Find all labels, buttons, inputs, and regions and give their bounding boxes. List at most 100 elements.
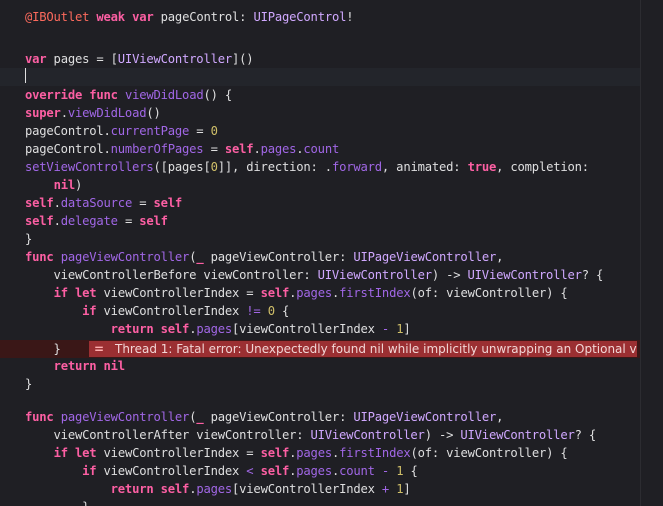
code-line[interactable]: viewControllerAfter viewController: UIVi… <box>0 426 641 444</box>
code-token: viewDidLoad <box>124 88 204 102</box>
code-token: , completion: <box>496 160 589 174</box>
code-token: firstIndex <box>339 446 411 460</box>
code-token: ! <box>346 10 354 24</box>
code-token: [viewControllerIndex <box>232 482 382 496</box>
error-icon[interactable]: = <box>89 341 109 357</box>
code-line-text: func pageViewController(_ pageViewContro… <box>25 408 503 426</box>
code-line-text: @IBOutlet weak var pageControl: UIPageCo… <box>25 8 354 26</box>
code-token: weak <box>96 10 125 24</box>
code-line-text: if let viewControllerIndex = self.pages.… <box>25 284 568 302</box>
text-cursor <box>25 68 26 83</box>
code-line[interactable]: if viewControllerIndex < self.pages.coun… <box>0 462 641 480</box>
code-token: = <box>132 196 154 210</box>
code-line[interactable]: setViewControllers([pages[0]], direction… <box>0 158 641 176</box>
code-token: self <box>25 196 54 210</box>
code-line[interactable]: viewControllerBefore viewController: UIV… <box>0 266 641 284</box>
code-token: , <box>496 250 504 264</box>
code-token: . <box>60 106 68 120</box>
code-token: UIViewController <box>117 52 232 66</box>
code-token: self <box>260 464 290 478</box>
code-token: viewControllerAfter viewController: <box>25 428 311 442</box>
code-line[interactable]: if viewControllerIndex != 0 { <box>0 302 641 320</box>
code-line[interactable]: nil) <box>0 176 641 194</box>
code-token: viewControllerIndex <box>96 464 247 478</box>
code-token: UIPageViewController <box>353 410 497 424</box>
code-token: if <box>53 446 68 460</box>
code-line-text: } <box>25 230 32 248</box>
code-line[interactable]: func pageViewController(_ pageViewContro… <box>0 408 641 426</box>
vertical-scrollbar[interactable] <box>640 0 663 506</box>
code-token: { <box>403 464 418 478</box>
code-token: firstIndex <box>339 286 411 300</box>
code-token: self <box>224 142 254 156</box>
code-line[interactable]: pageControl.numberOfPages = self.pages.c… <box>0 140 641 158</box>
code-line[interactable]: super.viewDidLoad() <box>0 104 641 122</box>
code-token: UIViewController <box>460 428 575 442</box>
code-line[interactable]: } <box>0 498 641 506</box>
code-line[interactable]: if let viewControllerIndex = self.pages.… <box>0 444 641 462</box>
code-token: 0 <box>210 124 218 138</box>
code-line[interactable]: return nil <box>0 357 641 375</box>
code-line[interactable]: } <box>0 230 641 248</box>
code-token: = <box>203 142 225 156</box>
code-line[interactable] <box>0 68 641 86</box>
code-line[interactable]: } <box>0 375 641 393</box>
code-token: dataSource <box>60 196 133 210</box>
code-token: ]], direction: . <box>217 160 332 174</box>
code-token: ? { <box>574 428 597 442</box>
code-token: currentPage <box>110 124 190 138</box>
code-line[interactable]: self.dataSource = self <box>0 194 641 212</box>
code-token: pageViewController <box>60 410 190 424</box>
code-line[interactable]: var pages = [UIViewController]() <box>0 50 641 68</box>
code-token: pages <box>296 464 332 478</box>
code-line[interactable]: return self.pages[viewControllerIndex + … <box>0 480 641 498</box>
code-token: if <box>53 286 68 300</box>
error-message: Thread 1: Fatal error: Unexpectedly foun… <box>115 342 637 356</box>
code-line-text: if viewControllerIndex < self.pages.coun… <box>25 462 418 480</box>
code-token: = <box>189 124 211 138</box>
code-token: true <box>467 160 497 174</box>
code-line-text: if let viewControllerIndex = self.pages.… <box>25 444 568 462</box>
code-line-text: return self.pages[viewControllerIndex - … <box>25 320 411 338</box>
code-line[interactable]: return self.pages[viewControllerIndex - … <box>0 320 641 338</box>
code-token: ] <box>403 322 411 336</box>
code-token: pageViewController: <box>203 250 354 264</box>
code-token: nil <box>103 359 126 373</box>
code-line[interactable]: @IBOutlet weak var pageControl: UIPageCo… <box>0 8 641 26</box>
code-token: viewControllerIndex = <box>96 286 261 300</box>
code-token: ([pages[ <box>153 160 211 174</box>
code-token: [viewControllerIndex <box>232 322 382 336</box>
error-banner[interactable]: = Thread 1: Fatal error: Unexpectedly fou… <box>89 341 637 357</box>
code-line[interactable]: pageControl.currentPage = 0 <box>0 122 641 140</box>
code-token: - <box>381 322 390 336</box>
code-line-text: nil) <box>25 176 83 194</box>
code-token: pageControl: <box>153 10 254 24</box>
code-token: pageViewController: <box>203 410 354 424</box>
code-line[interactable]: if let viewControllerIndex = self.pages.… <box>0 284 641 302</box>
code-line-text: func pageViewController(_ pageViewContro… <box>25 248 503 266</box>
code-line-text: if viewControllerIndex != 0 { <box>25 302 289 320</box>
code-line-text: pageControl.numberOfPages = self.pages.c… <box>25 140 339 158</box>
code-line[interactable]: self.delegate = self <box>0 212 641 230</box>
code-line-text: setViewControllers([pages[0]], direction… <box>25 158 589 176</box>
code-token: ) <box>74 178 83 192</box>
code-token: UIViewController <box>310 428 425 442</box>
code-token: count <box>339 464 375 478</box>
code-token: UIPageControl <box>253 10 347 24</box>
code-token: override <box>25 88 83 102</box>
code-token: , animated: <box>381 160 468 174</box>
code-line-text: self.dataSource = self <box>25 194 182 212</box>
code-editor[interactable]: @IBOutlet weak var pageControl: UIPageCo… <box>0 0 663 506</box>
code-line[interactable]: func pageViewController(_ pageViewContro… <box>0 248 641 266</box>
code-token: let <box>74 286 97 300</box>
code-token: pages = [ <box>46 52 118 66</box>
code-line[interactable]: override func viewDidLoad() { <box>0 86 641 104</box>
code-token: func <box>25 250 54 264</box>
